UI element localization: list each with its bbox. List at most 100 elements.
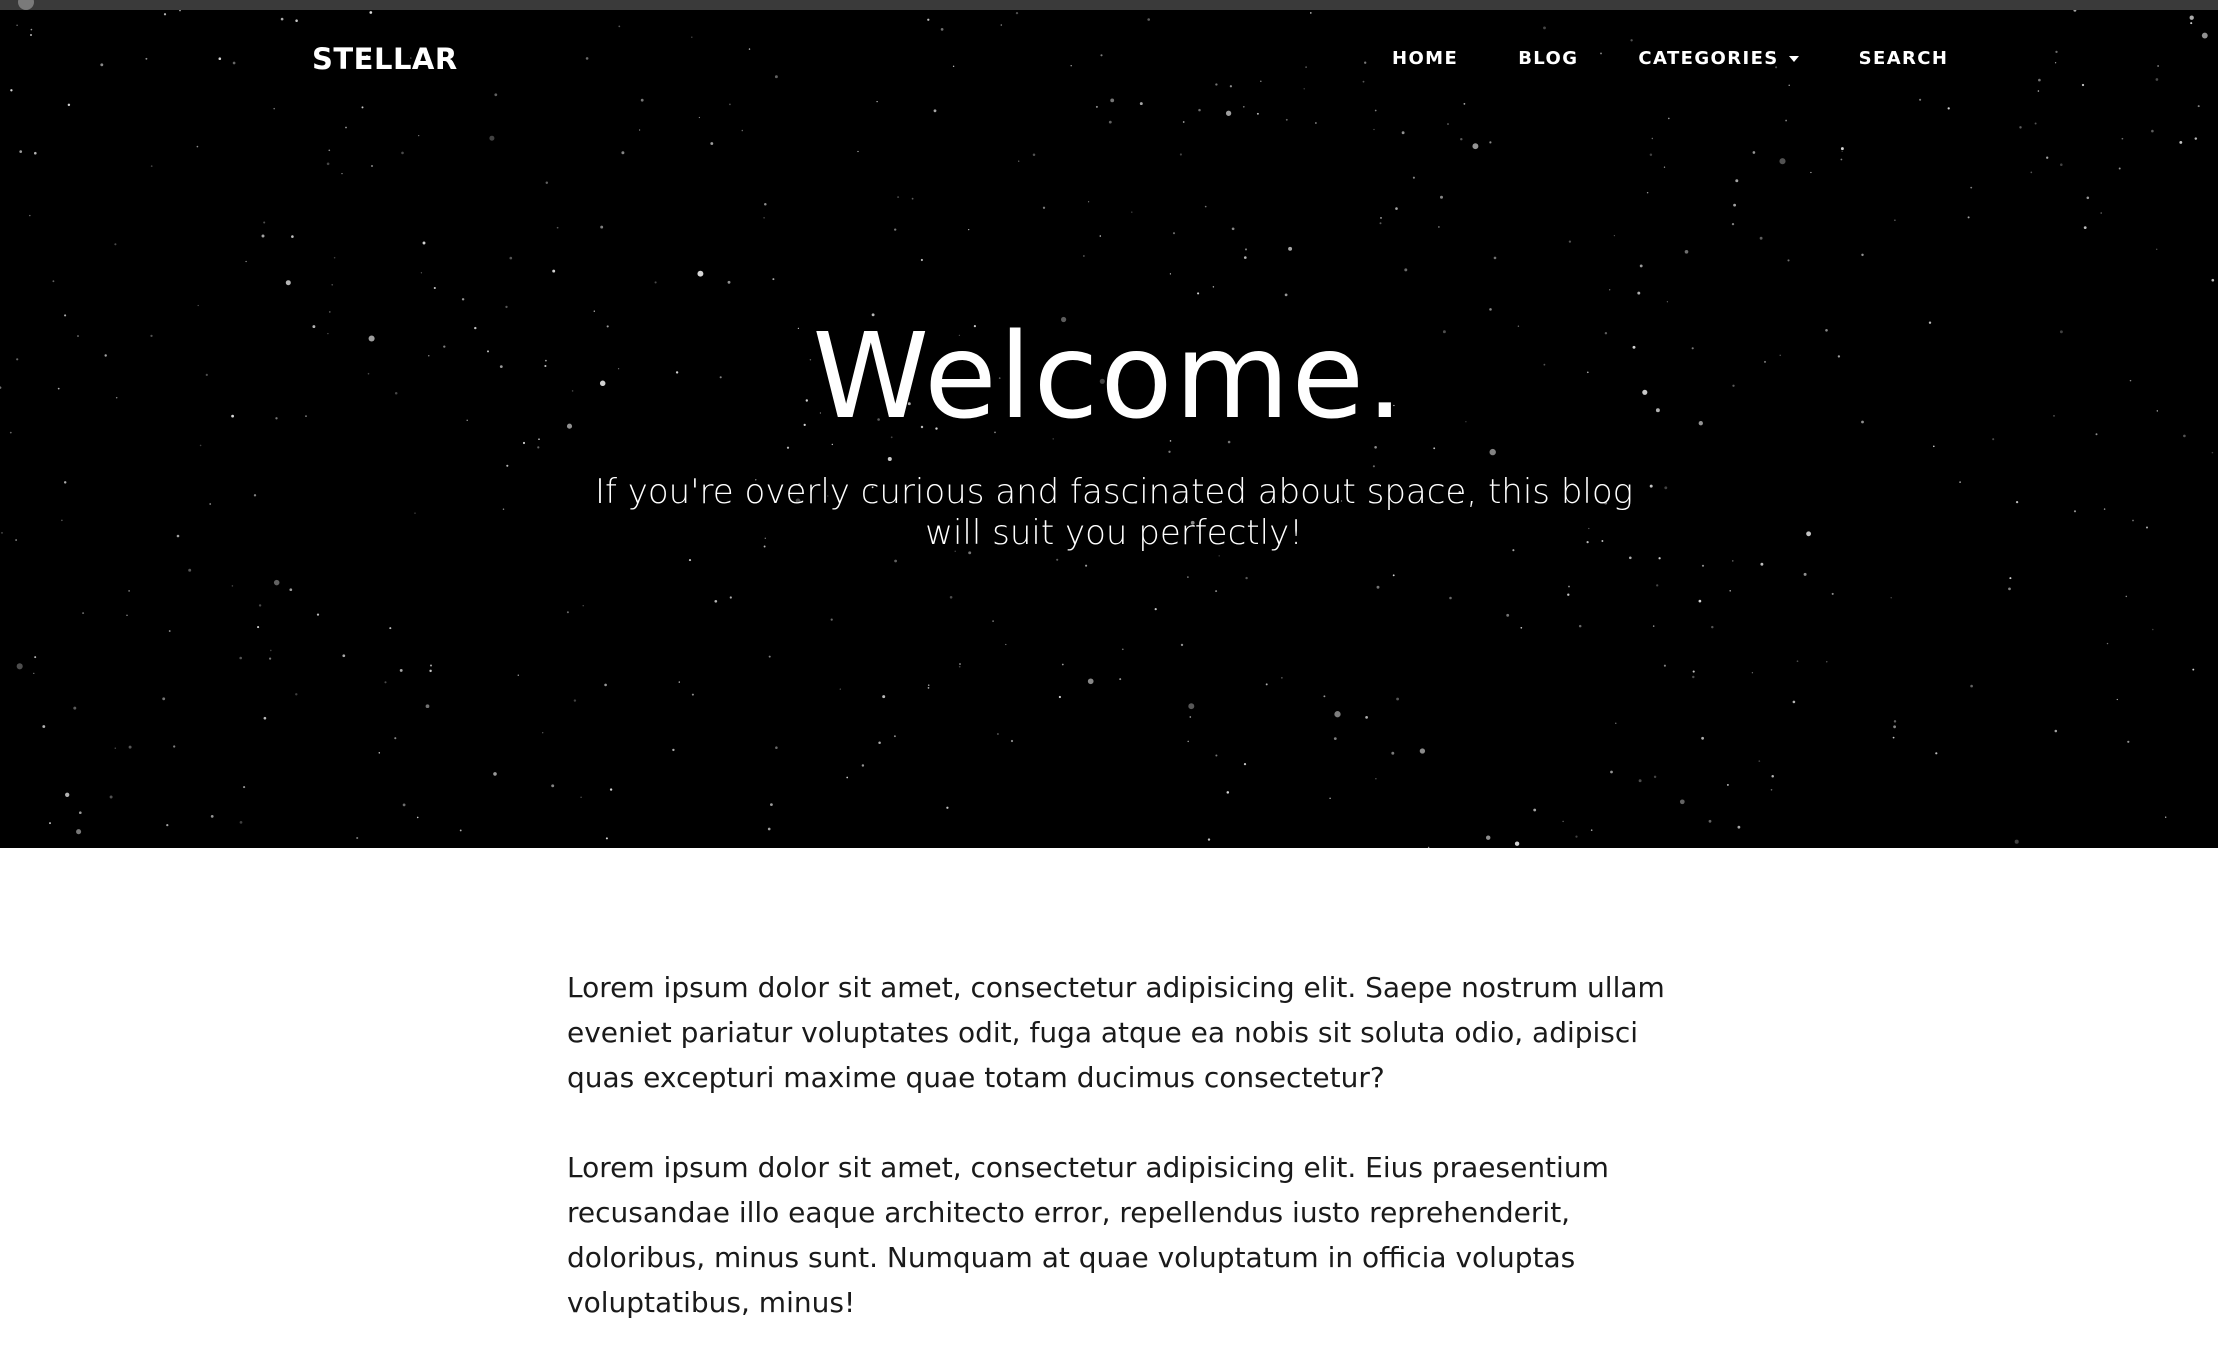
star [269, 657, 272, 660]
star [114, 243, 117, 246]
star [1058, 695, 1062, 699]
star [1265, 683, 1268, 686]
star [257, 626, 260, 629]
star [861, 764, 865, 767]
star [1806, 531, 1812, 537]
star [1460, 137, 1463, 141]
star [173, 745, 176, 748]
star [727, 280, 731, 284]
star [425, 704, 430, 709]
nav-categories-dropdown[interactable]: CATEGORIES [1638, 48, 1799, 69]
star [710, 142, 714, 145]
star [341, 172, 343, 175]
star [29, 214, 31, 217]
star [1396, 697, 1400, 701]
star [1187, 576, 1189, 578]
star [1810, 171, 1812, 174]
star [2151, 129, 2154, 133]
star [1179, 153, 1182, 156]
star [1758, 760, 1761, 762]
star [1018, 160, 1020, 162]
star [1042, 206, 1046, 209]
star [150, 165, 153, 167]
star [345, 126, 347, 129]
star [1613, 235, 1615, 237]
star [763, 216, 765, 219]
star [764, 202, 767, 206]
star [197, 304, 199, 307]
star [1533, 808, 1537, 812]
star [285, 280, 291, 286]
star [2083, 226, 2087, 230]
star [1212, 286, 1215, 288]
star [1892, 736, 1895, 739]
star [573, 699, 577, 702]
star [878, 741, 881, 744]
star [2116, 698, 2118, 701]
star [1796, 660, 1799, 663]
star [1771, 774, 1774, 778]
star [1711, 625, 1714, 629]
star [1664, 486, 1668, 490]
star [258, 604, 262, 607]
hero-section: STELLAR HOME BLOG CATEGORIES SEARCH Welc… [0, 10, 2218, 848]
star [911, 197, 914, 200]
star [1433, 447, 1436, 450]
star [433, 286, 436, 290]
nav-home-link[interactable]: HOME [1392, 48, 1458, 69]
star [273, 579, 280, 586]
star [1188, 703, 1195, 710]
star [1379, 222, 1382, 225]
star [1323, 695, 1326, 698]
star [126, 614, 128, 617]
star [638, 129, 641, 131]
main-content: Lorem ipsum dolor sit amet, consectetur … [567, 965, 1667, 1370]
star [1568, 585, 1570, 588]
star [356, 836, 359, 840]
star [714, 599, 718, 603]
star [509, 256, 513, 260]
nav-search-link[interactable]: SEARCH [1859, 48, 1949, 69]
star [1933, 445, 1935, 448]
star [2073, 510, 2077, 513]
star [1231, 227, 1235, 231]
nav-blog-link[interactable]: BLOG [1518, 48, 1578, 69]
star [422, 241, 426, 245]
star [1447, 123, 1449, 125]
star [582, 605, 584, 607]
star [2106, 642, 2109, 645]
star [1449, 596, 1452, 600]
star [1752, 151, 1756, 154]
star [2103, 508, 2106, 510]
star [429, 669, 432, 673]
navbar: STELLAR HOME BLOG CATEGORIES SEARCH [0, 10, 2218, 120]
star [1374, 446, 1377, 449]
star [73, 706, 77, 710]
star [996, 733, 999, 735]
star [63, 481, 67, 484]
star [2034, 122, 2037, 125]
star [1315, 122, 1317, 124]
star [1172, 232, 1176, 235]
star [168, 630, 171, 632]
star [1692, 675, 1695, 679]
star [1970, 186, 1973, 189]
star [2145, 526, 2149, 529]
star [231, 585, 234, 587]
star [551, 784, 555, 788]
star [882, 695, 886, 699]
brand-logo[interactable]: STELLAR [312, 42, 458, 76]
star [1131, 211, 1133, 213]
star [1087, 201, 1090, 203]
star [2046, 156, 2049, 159]
content-paragraph-1: Lorem ipsum dolor sit amet, consectetur … [567, 971, 1665, 1094]
star [210, 815, 214, 818]
star [461, 298, 465, 301]
star [291, 235, 294, 238]
star [1760, 562, 1764, 566]
window-control [18, 0, 34, 10]
star [566, 611, 569, 614]
star [2125, 595, 2128, 598]
star [15, 539, 17, 541]
star [1061, 663, 1064, 666]
